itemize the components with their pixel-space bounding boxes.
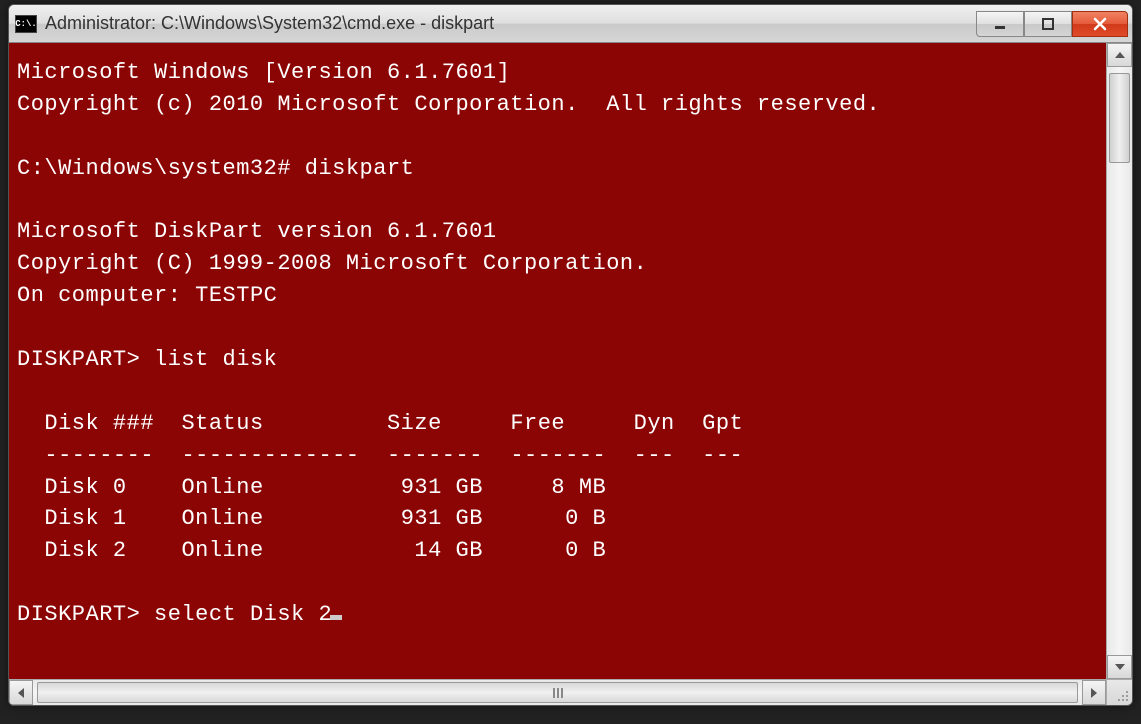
diskpart-command: select Disk 2 — [154, 602, 332, 627]
col-header-dyn: Dyn — [634, 411, 675, 436]
col-header-status: Status — [181, 411, 263, 436]
text-cursor — [330, 615, 342, 620]
vertical-scrollbar[interactable] — [1106, 43, 1132, 679]
bottom-scrollbar-row — [9, 679, 1132, 705]
horizontal-scrollbar[interactable] — [9, 679, 1106, 705]
diskpart-prompt: DISKPART> — [17, 602, 140, 627]
scroll-down-button[interactable] — [1107, 655, 1132, 679]
computer-name: TESTPC — [195, 283, 277, 308]
terminal-output[interactable]: Microsoft Windows [Version 6.1.7601] Cop… — [9, 43, 1106, 679]
banner-line: Microsoft Windows [Version 6.1.7601] — [17, 60, 510, 85]
col-sep: --- — [702, 443, 743, 468]
col-header-disk: Disk ### — [44, 411, 154, 436]
table-row: Disk 2 Online 14 GB 0 B — [44, 538, 606, 563]
scroll-up-button[interactable] — [1107, 43, 1132, 67]
window-title: Administrator: C:\Windows\System32\cmd.e… — [45, 13, 976, 34]
app-icon: C:\. — [15, 15, 37, 33]
table-row: Disk 1 Online 931 GB 0 B — [44, 506, 606, 531]
minimize-button[interactable] — [976, 11, 1024, 37]
window-controls — [976, 11, 1128, 37]
col-sep: --- — [634, 443, 675, 468]
prompt-command: diskpart — [305, 156, 415, 181]
scroll-thumb[interactable] — [1109, 73, 1130, 163]
diskpart-banner: Microsoft DiskPart version 6.1.7601 — [17, 219, 497, 244]
col-sep: ------- — [387, 443, 483, 468]
scroll-left-button[interactable] — [9, 680, 33, 705]
hscroll-track[interactable] — [33, 680, 1082, 705]
col-sep: -------- — [44, 443, 154, 468]
prompt-path: C:\Windows\system32# — [17, 156, 291, 181]
scroll-right-button[interactable] — [1082, 680, 1106, 705]
col-sep: ------- — [510, 443, 606, 468]
maximize-button[interactable] — [1024, 11, 1072, 37]
titlebar[interactable]: C:\. Administrator: C:\Windows\System32\… — [9, 5, 1132, 43]
cmd-window: C:\. Administrator: C:\Windows\System32\… — [8, 4, 1133, 706]
col-sep: ------------- — [181, 443, 359, 468]
diskpart-command: list disk — [154, 347, 277, 372]
diskpart-prompt: DISKPART> — [17, 347, 140, 372]
col-header-free: Free — [510, 411, 565, 436]
computer-label: On computer: — [17, 283, 181, 308]
hscroll-thumb[interactable] — [37, 682, 1078, 703]
diskpart-banner: Copyright (C) 1999-2008 Microsoft Corpor… — [17, 251, 647, 276]
resize-grip[interactable] — [1106, 679, 1132, 705]
close-button[interactable] — [1072, 11, 1128, 37]
table-row: Disk 0 Online 931 GB 8 MB — [44, 475, 606, 500]
col-header-gpt: Gpt — [702, 411, 743, 436]
terminal-area: Microsoft Windows [Version 6.1.7601] Cop… — [9, 43, 1132, 679]
content-area: Microsoft Windows [Version 6.1.7601] Cop… — [9, 43, 1132, 705]
banner-line: Copyright (c) 2010 Microsoft Corporation… — [17, 92, 880, 117]
col-header-size: Size — [387, 411, 442, 436]
scroll-track[interactable] — [1107, 67, 1132, 655]
